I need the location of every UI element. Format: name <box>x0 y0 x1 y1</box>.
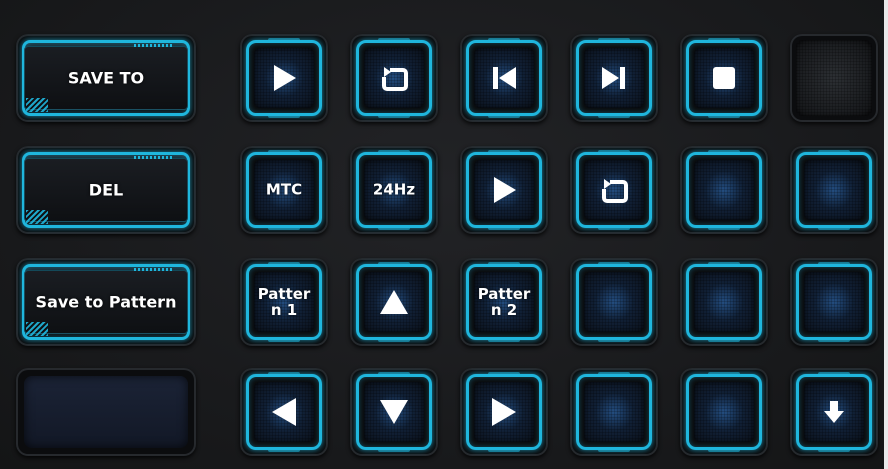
loop-button[interactable] <box>350 34 438 122</box>
save-to-pattern-label: Save to Pattern <box>35 292 177 312</box>
arrow-left-button[interactable] <box>240 368 328 456</box>
arrow-down-icon <box>378 398 410 426</box>
loop-icon <box>379 63 409 93</box>
mtc-label: MTC <box>265 180 303 199</box>
blank-dark-button[interactable] <box>790 34 878 122</box>
arrow-right-button[interactable] <box>460 368 548 456</box>
skip-forward-icon <box>600 64 628 92</box>
blank-button[interactable] <box>790 146 878 234</box>
pattern-1-label: Patter n 1 <box>257 285 311 319</box>
24hz-label: 24Hz <box>372 180 416 199</box>
control-deck: SAVE TO DEL Save to Pattern MTC 24Hz Pat… <box>0 0 888 469</box>
mtc-button[interactable]: MTC <box>240 146 328 234</box>
blank-button[interactable] <box>790 258 878 346</box>
blank-button[interactable] <box>680 368 768 456</box>
loop-button-2[interactable] <box>570 146 658 234</box>
24hz-button[interactable]: 24Hz <box>350 146 438 234</box>
save-to-label: SAVE TO <box>67 68 145 88</box>
down-arrow-button[interactable] <box>790 368 878 456</box>
skip-back-icon <box>490 64 518 92</box>
del-label: DEL <box>88 180 124 200</box>
loop-icon <box>599 175 629 205</box>
pattern-1-button[interactable]: Patter n 1 <box>240 258 328 346</box>
arrow-up-button[interactable] <box>350 258 438 346</box>
blank-button[interactable] <box>570 258 658 346</box>
arrow-left-icon <box>270 396 298 428</box>
play-button-2[interactable] <box>460 146 548 234</box>
stop-button[interactable] <box>680 34 768 122</box>
play-button[interactable] <box>240 34 328 122</box>
play-icon <box>490 175 518 205</box>
blank-button[interactable] <box>680 258 768 346</box>
arrow-right-icon <box>490 396 518 428</box>
del-button[interactable]: DEL <box>16 146 196 234</box>
skip-forward-button[interactable] <box>570 34 658 122</box>
blank-wide-button[interactable] <box>16 368 196 456</box>
blank-button[interactable] <box>680 146 768 234</box>
save-to-button[interactable]: SAVE TO <box>16 34 196 122</box>
down-arrow-icon <box>823 400 845 424</box>
skip-back-button[interactable] <box>460 34 548 122</box>
play-icon <box>270 63 298 93</box>
pattern-2-button[interactable]: Patter n 2 <box>460 258 548 346</box>
arrow-down-button[interactable] <box>350 368 438 456</box>
arrow-up-icon <box>378 288 410 316</box>
stop-icon <box>711 65 737 91</box>
save-to-pattern-button[interactable]: Save to Pattern <box>16 258 196 346</box>
blank-button[interactable] <box>570 368 658 456</box>
pattern-2-label: Patter n 2 <box>477 285 531 319</box>
